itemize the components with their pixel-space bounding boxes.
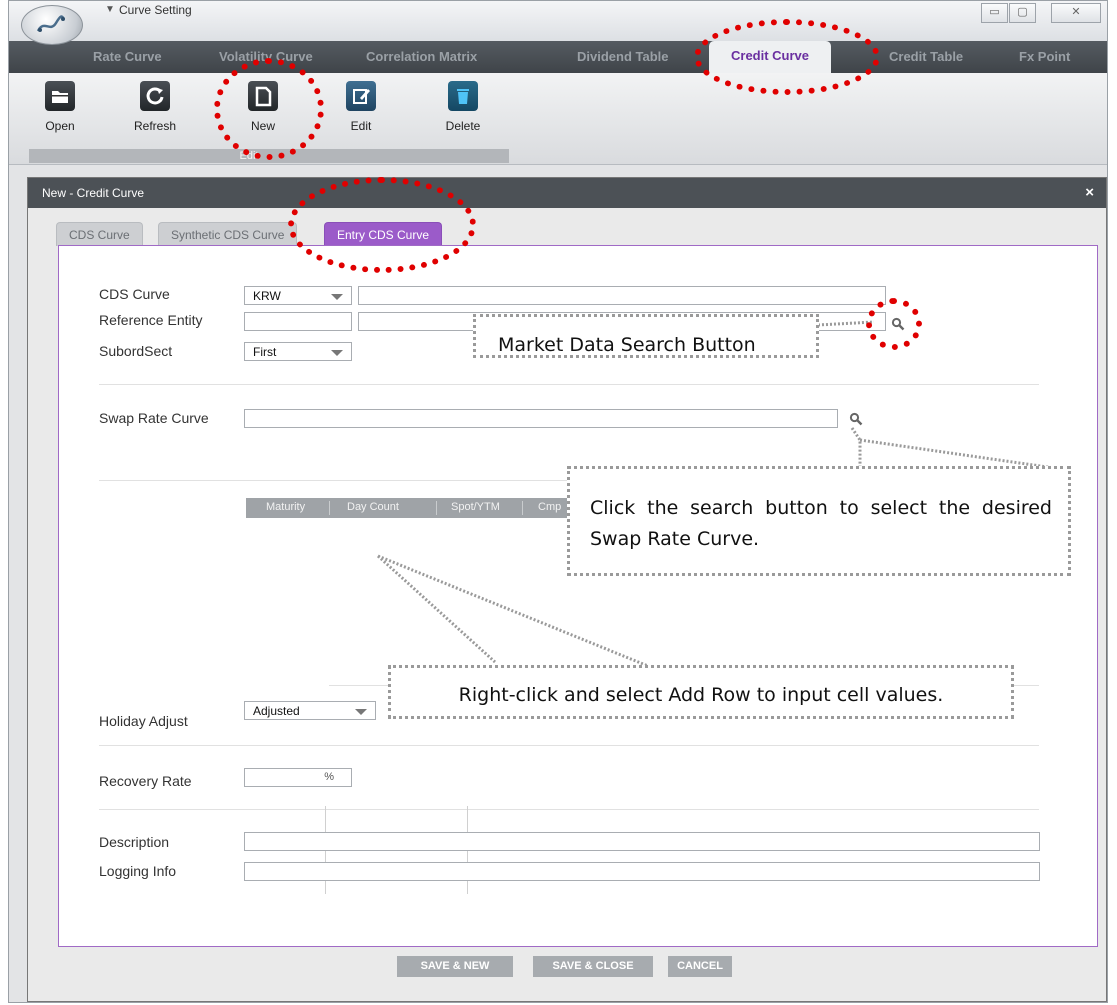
annotation-text: Market Data Search Button <box>498 334 756 356</box>
annotation-text: Click the search button to select the de… <box>590 497 1052 550</box>
annotation-swap-rate-search: Click the search button to select the de… <box>567 466 1071 576</box>
annotation-add-row: Right-click and select Add Row to input … <box>388 665 1014 719</box>
annotation-text: Right-click and select Add Row to input … <box>458 684 944 706</box>
highlight-credit-curve-tab <box>694 19 880 95</box>
highlight-new-button <box>214 58 324 160</box>
highlight-search-button <box>866 298 922 350</box>
app-orb-icon[interactable] <box>21 5 83 45</box>
highlight-entry-cds-tab <box>288 177 476 273</box>
annotation-market-data-search: Market Data Search Button <box>473 314 819 358</box>
